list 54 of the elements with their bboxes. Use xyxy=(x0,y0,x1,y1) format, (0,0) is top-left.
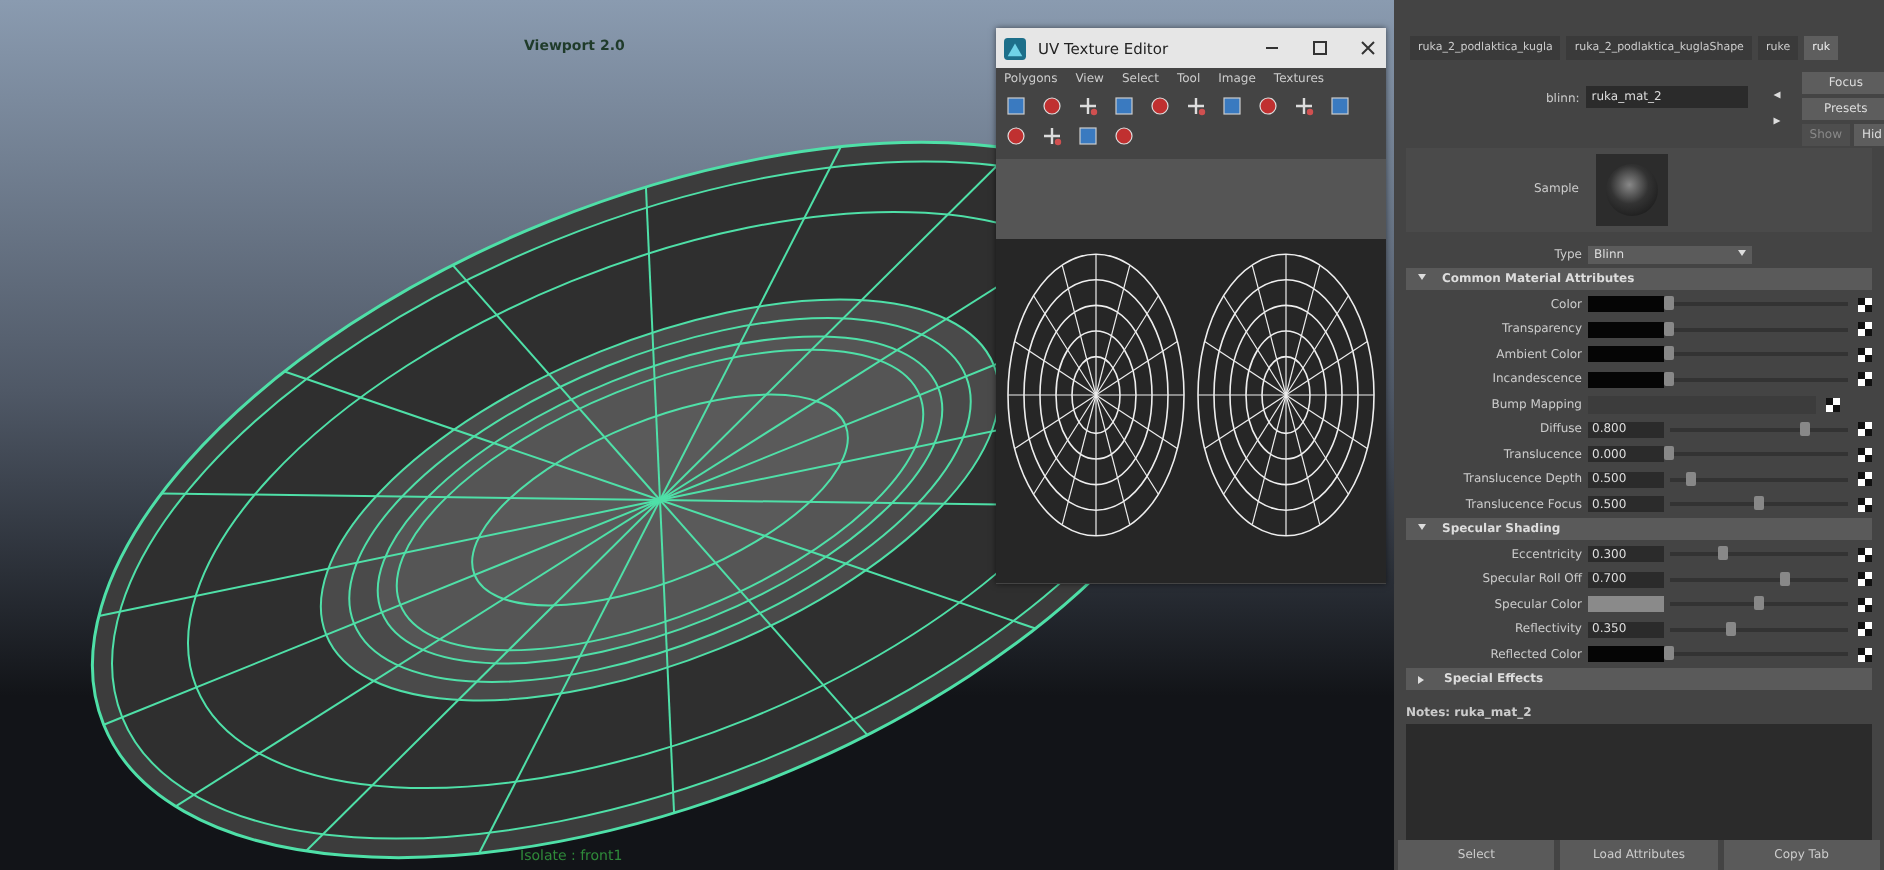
checker-map-icon[interactable] xyxy=(1858,597,1872,612)
tool-icon[interactable] xyxy=(1220,94,1244,118)
close-icon[interactable] xyxy=(1358,38,1378,58)
arrow-left-icon[interactable] xyxy=(1769,88,1784,102)
slider-thumb[interactable] xyxy=(1664,646,1674,661)
slider-thumb[interactable] xyxy=(1664,296,1674,311)
slider-thumb[interactable] xyxy=(1726,621,1737,636)
checker-map-icon[interactable] xyxy=(1858,372,1872,387)
tool-icon[interactable] xyxy=(1148,94,1172,118)
tool-icon[interactable] xyxy=(1184,94,1208,118)
checker-map-icon[interactable] xyxy=(1858,472,1872,487)
checker-map-icon[interactable] xyxy=(1858,647,1872,662)
checker-map-icon[interactable] xyxy=(1858,622,1872,637)
checker-map-icon[interactable] xyxy=(1858,422,1872,437)
checker-map-icon[interactable] xyxy=(1858,447,1872,462)
tool-icon[interactable] xyxy=(1076,124,1100,148)
slider-thumb[interactable] xyxy=(1685,471,1696,486)
slider-thumb[interactable] xyxy=(1779,571,1790,586)
checker-map-icon[interactable] xyxy=(1858,547,1872,562)
slider-thumb[interactable] xyxy=(1717,546,1728,561)
color-swatch[interactable] xyxy=(1588,346,1664,363)
tool-icon[interactable] xyxy=(1328,94,1352,118)
checker-map-icon[interactable] xyxy=(1858,347,1872,362)
notes-field[interactable] xyxy=(1406,724,1872,840)
slider-thumb[interactable] xyxy=(1664,321,1674,336)
color-swatch[interactable] xyxy=(1588,646,1664,663)
tool-icon[interactable] xyxy=(1292,94,1316,118)
color-swatch[interactable] xyxy=(1588,596,1664,613)
slider-thumb[interactable] xyxy=(1664,446,1674,461)
slider-thumb[interactable] xyxy=(1753,596,1763,611)
checker-map-icon[interactable] xyxy=(1858,497,1872,512)
color-swatch[interactable] xyxy=(1588,321,1664,338)
arrow-right-icon[interactable] xyxy=(1769,114,1784,128)
tool-icon[interactable] xyxy=(1256,94,1280,118)
checker-map-icon[interactable] xyxy=(1858,572,1872,587)
slider-thumb[interactable] xyxy=(1664,346,1674,361)
tool-icon[interactable] xyxy=(1112,124,1136,148)
tool-icon[interactable] xyxy=(1004,94,1028,118)
checker-map-icon[interactable] xyxy=(1826,397,1840,412)
slider-thumb[interactable] xyxy=(1753,496,1763,511)
app-logo-icon xyxy=(1004,37,1026,59)
color-swatch[interactable] xyxy=(1588,296,1664,313)
tool-icon[interactable] xyxy=(1004,124,1028,148)
tool-icon[interactable] xyxy=(1040,124,1064,148)
maximize-icon[interactable] xyxy=(1310,38,1330,58)
tool-icon[interactable] xyxy=(1076,94,1100,118)
tool-icon[interactable] xyxy=(1040,94,1064,118)
color-swatch[interactable] xyxy=(1588,371,1664,388)
tool-icon[interactable] xyxy=(1112,94,1136,118)
slider-thumb[interactable] xyxy=(1799,421,1810,436)
checker-map-icon[interactable] xyxy=(1858,297,1872,312)
material-sample-swatch xyxy=(1595,153,1667,226)
checker-map-icon[interactable] xyxy=(1858,322,1872,337)
slider-thumb[interactable] xyxy=(1664,371,1674,386)
